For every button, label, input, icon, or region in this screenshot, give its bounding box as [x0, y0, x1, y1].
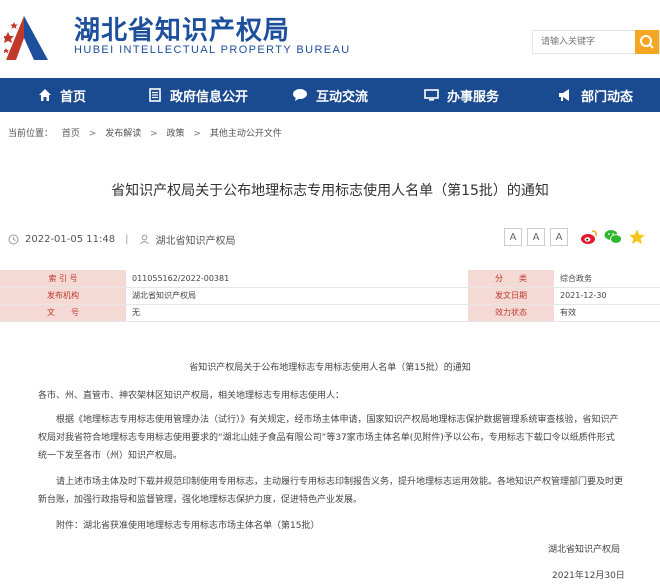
nav-item-gov-info[interactable]: 政府信息公开: [148, 78, 248, 112]
table-value: 无: [126, 304, 468, 322]
table-row: 文 号 无 效力状态 有效: [0, 304, 660, 322]
nav-label-home: 首页: [60, 89, 87, 105]
search-icon: [640, 35, 654, 49]
document-paragraph: 权局对我省符合地理标志专用标志使用要求的“湖北山娃子食品有限公司”等37家市场主…: [38, 433, 615, 443]
weibo-icon[interactable]: [580, 229, 598, 245]
star-icon[interactable]: [628, 229, 646, 245]
table-key: 发布机构: [0, 287, 126, 305]
breadcrumb-separator: >: [150, 129, 158, 139]
table-key: 效力状态: [468, 304, 554, 322]
publish-source: 湖北省知识产权局: [155, 236, 236, 247]
site-title: 湖北省知识产权局: [74, 16, 291, 46]
document-paragraph: 请上述市场主体及时下载并规范印制使用专用标志，主动履行专用标志印制报告义务，提升…: [56, 477, 624, 487]
document-heading: 省知识产权局关于公布地理标志专用标志使用人名单（第15批）的通知: [189, 363, 471, 373]
table-value: 有效: [554, 304, 660, 322]
nav-label-dept-news: 部门动态: [581, 89, 634, 105]
breadcrumb-item-home[interactable]: 首页: [62, 129, 80, 139]
home-icon: [39, 89, 51, 101]
document-attachment-link[interactable]: 附件：湖北省获准使用地理标志专用标志市场主体名单（第15批）: [56, 518, 319, 531]
table-key: 发文日期: [468, 287, 554, 305]
wechat-icon[interactable]: [604, 229, 622, 245]
document-sign-date: 2021年12月30日: [552, 571, 625, 581]
nav-label-gov-info: 政府信息公开: [170, 89, 249, 105]
table-value: 综合政务: [554, 270, 660, 288]
breadcrumb-item-other[interactable]: 其他主动公开文件: [210, 129, 282, 139]
nav-item-home[interactable]: 首页: [38, 78, 86, 112]
table-key: 分 类: [468, 270, 554, 288]
info-table: 索 引 号 011055162/2022-00381 分 类 综合政务 发布机构…: [0, 270, 660, 322]
breadcrumb-prefix: 当前位置：: [8, 129, 54, 139]
breadcrumb-item-release[interactable]: 发布解读: [105, 129, 141, 139]
breadcrumb: 当前位置： 首页 > 发布解读 > 政策 > 其他主动公开文件: [8, 126, 288, 139]
table-value: 湖北省知识产权局: [126, 287, 468, 305]
logo-icon: [4, 16, 48, 60]
monitor-icon: [424, 89, 439, 101]
table-key: 索 引 号: [0, 270, 126, 288]
document-icon: [149, 88, 161, 102]
breadcrumb-item-policy[interactable]: 政策: [167, 129, 185, 139]
meta-separator: |: [125, 234, 129, 245]
font-size-large-button[interactable]: A: [504, 228, 522, 246]
publish-date: 2022-01-05 11:48: [25, 234, 116, 245]
document-signature: 湖北省知识产权局: [548, 545, 621, 555]
user-icon: [139, 234, 149, 245]
nav-label-services: 办事服务: [447, 89, 500, 105]
chat-icon: [293, 89, 307, 101]
table-key: 文 号: [0, 304, 126, 322]
table-row: 索 引 号 011055162/2022-00381 分 类 综合政务: [0, 270, 660, 288]
font-size-medium-button[interactable]: A: [527, 228, 545, 246]
table-value: 2021-12-30: [554, 287, 660, 305]
article-title: 省知识产权局关于公布地理标志专用标志使用人名单（第15批）的通知: [111, 183, 549, 199]
breadcrumb-separator: >: [193, 129, 201, 139]
search-button[interactable]: [635, 30, 659, 54]
table-value: 011055162/2022-00381: [126, 270, 468, 288]
document-salutation: 各市、州、直管市、神农架林区知识产权局，相关地理标志专用标志使用人：: [38, 391, 345, 401]
document-paragraph: 根据《地理标志专用标志使用管理办法（试行）》有关规定，经市场主体申请，国家知识产…: [56, 415, 619, 425]
search-input[interactable]: [533, 31, 637, 53]
document-paragraph: 统一下发至各市（州）知识产权局。: [38, 451, 183, 461]
site-subtitle: HUBEI INTELLECTUAL PROPERTY BUREAU: [74, 44, 351, 56]
document-paragraph: 新台账，加强行政指导和监督管理，强化地理标志保护力度，促进特色产业发展。: [38, 495, 363, 505]
clock-icon: [8, 234, 19, 245]
main-nav: 首页 政府信息公开 互动交流 办事服务 部门动态: [0, 78, 660, 112]
nav-label-interaction: 互动交流: [316, 89, 369, 105]
meta-info: 2022-01-05 11:48 | 湖北省知识产权局: [8, 232, 236, 247]
nav-item-dept-news[interactable]: 部门动态: [558, 78, 633, 112]
breadcrumb-separator: >: [88, 129, 97, 139]
table-row: 发布机构 湖北省知识产权局 发文日期 2021-12-30: [0, 287, 660, 305]
article-meta: 2022-01-05 11:48 | 湖北省知识产权局 A A A: [0, 228, 660, 250]
site-header: 湖北省知识产权局 HUBEI INTELLECTUAL PROPERTY BUR…: [0, 0, 660, 78]
nav-item-services[interactable]: 办事服务: [424, 78, 499, 112]
megaphone-icon: [559, 89, 569, 101]
nav-item-interaction[interactable]: 互动交流: [292, 78, 368, 112]
search-box: [532, 30, 660, 54]
font-size-small-button[interactable]: A: [550, 228, 568, 246]
